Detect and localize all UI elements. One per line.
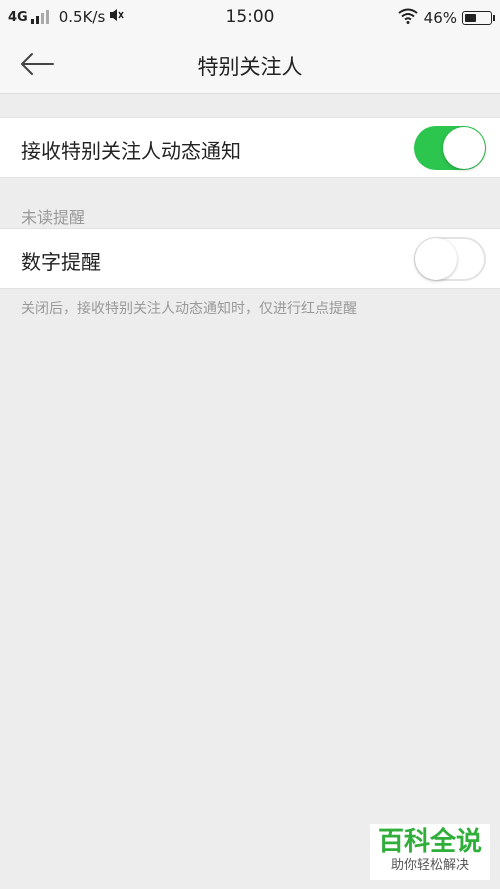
notify-setting-row[interactable]: 接收特别关注人动态通知 [0, 117, 500, 178]
watermark-logo: 百科全说 助你轻松解决 [370, 824, 490, 880]
number-reminder-row[interactable]: 数字提醒 [0, 228, 500, 289]
toggle-knob [443, 127, 485, 169]
status-right: 46% [398, 8, 495, 28]
notify-setting-label: 接收特别关注人动态通知 [21, 139, 241, 163]
section-header-unread: 未读提醒 [21, 208, 86, 227]
notify-toggle[interactable] [414, 126, 486, 170]
number-reminder-label: 数字提醒 [21, 250, 101, 274]
page-title: 特别关注人 [197, 55, 303, 79]
battery-icon [462, 11, 495, 25]
nav-bar: 特别关注人 [0, 36, 500, 94]
battery-percentage: 46% [423, 9, 457, 27]
battery-level [465, 14, 476, 22]
watermark-title: 百科全说 [377, 827, 482, 857]
setting-footnote: 关闭后，接收特别关注人动态通知时，仅进行红点提醒 [21, 301, 357, 317]
toggle-knob [415, 238, 457, 280]
status-bar: 4G 0.5K/s 15:00 46% [0, 0, 500, 36]
number-reminder-toggle[interactable] [414, 237, 486, 281]
watermark-subtitle: 助你轻松解决 [390, 858, 469, 873]
wifi-icon [398, 8, 418, 28]
